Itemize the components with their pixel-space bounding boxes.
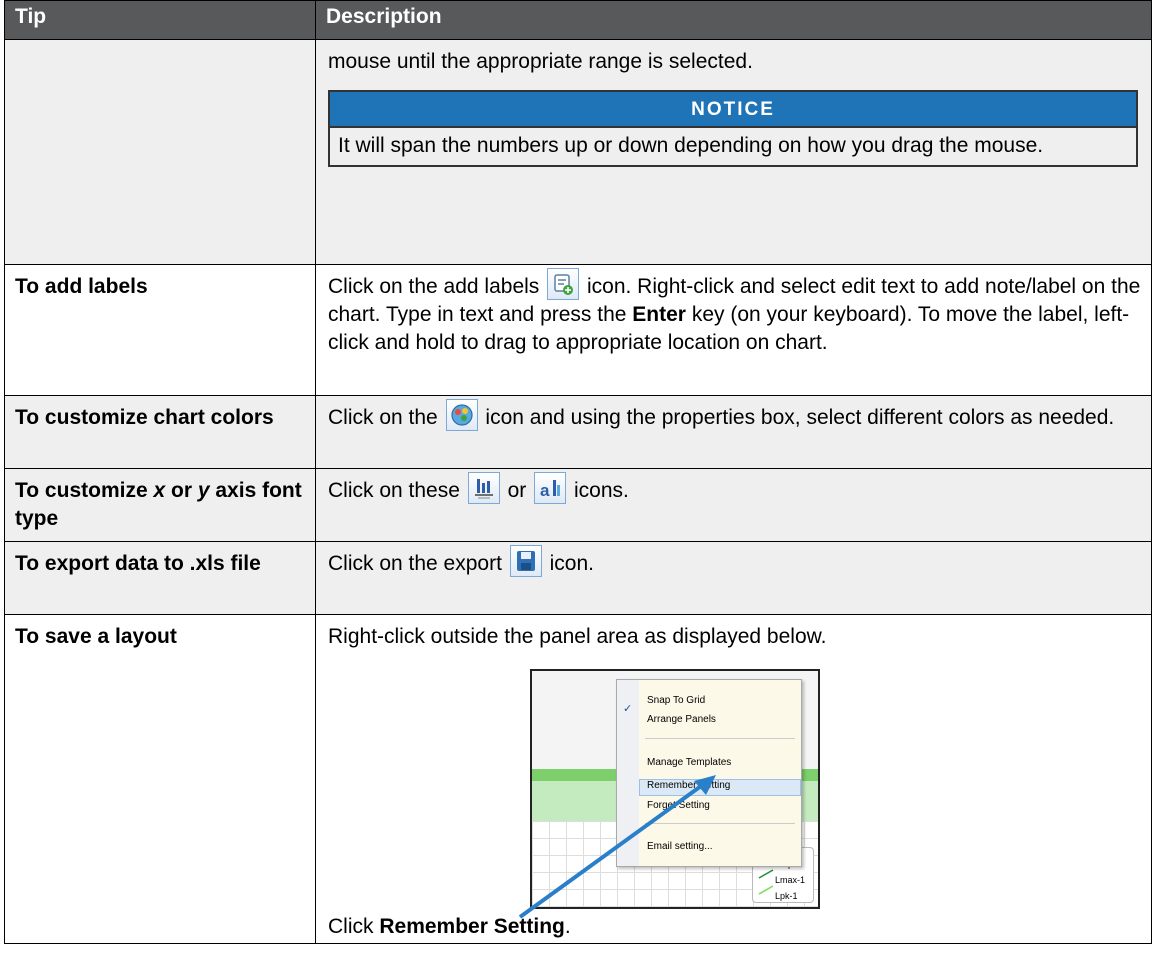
tip-text: To customize [15,479,148,502]
description-text: icon and using the properties box, selec… [485,406,1115,429]
header-tip: Tip [4,0,316,40]
description-text: Click on these [328,479,460,502]
tip-cell: To customize x or y axis font type [4,468,316,542]
caption-text: Click [328,915,374,938]
description-text: Right-click outside the panel area as di… [328,625,827,648]
table-row: To export data to .xls file Click on the… [4,541,1152,615]
table-row: To customize x or y axis font type Click… [4,468,1152,542]
notice-body: It will span the numbers up or down depe… [330,128,1136,165]
description-text: icons. [573,479,629,502]
y-axis-font-icon: a [534,472,567,505]
tips-table: Tip Description mouse until the appropri… [4,0,1152,944]
tip-text-y: y [197,479,210,502]
description-cell: Click on the add labels icon. Right-clic… [315,264,1152,396]
header-description: Description [315,0,1152,40]
chart-colors-icon [445,399,478,432]
tip-cell: To save a layout [4,614,316,944]
save-disk-icon [509,545,542,578]
description-text: icon. [549,552,594,575]
description-cell: Click on the icon and using the properti… [315,395,1152,469]
tip-cell: To add labels [4,264,316,396]
notice-box: NOTICE It will span the numbers up or do… [328,90,1138,167]
tip-cell: To export data to .xls file [4,541,316,615]
tip-cell [4,39,316,265]
description-cell: Right-click outside the panel area as di… [315,614,1152,944]
tip-text-x: x [153,479,166,502]
description-text: or [507,479,527,502]
table-header-row: Tip Description [4,0,1152,40]
description-text: Click on the add labels [328,275,540,298]
description-cell: Click on these or a icons. [315,468,1152,542]
table-row: mouse until the appropriate range is sel… [4,39,1152,265]
description-cell: Click on the export icon. [315,541,1152,615]
pointer-arrow [518,775,716,919]
svg-text:a: a [540,481,550,500]
tip-cell: To customize chart colors [4,395,316,469]
description-cell: mouse until the appropriate range is sel… [315,39,1152,265]
table-row: To customize chart colors Click on the i… [4,395,1152,469]
description-text: Click on the [328,406,438,429]
table-row: To add labels Click on the add labels ic… [4,264,1152,396]
description-text: Click on the export [328,552,502,575]
x-axis-font-icon [467,472,500,505]
context-menu-screenshot: gure Leq-1 Lmax-1 Lpk-1 ✓ [518,669,820,919]
table-row: To save a layout Right-click outside the… [4,614,1152,944]
description-text: mouse until the appropriate range is sel… [328,50,753,73]
add-labels-icon [547,268,580,301]
enter-key-label: Enter [632,303,686,326]
notice-title: NOTICE [330,92,1136,128]
tip-text: or [171,479,192,502]
